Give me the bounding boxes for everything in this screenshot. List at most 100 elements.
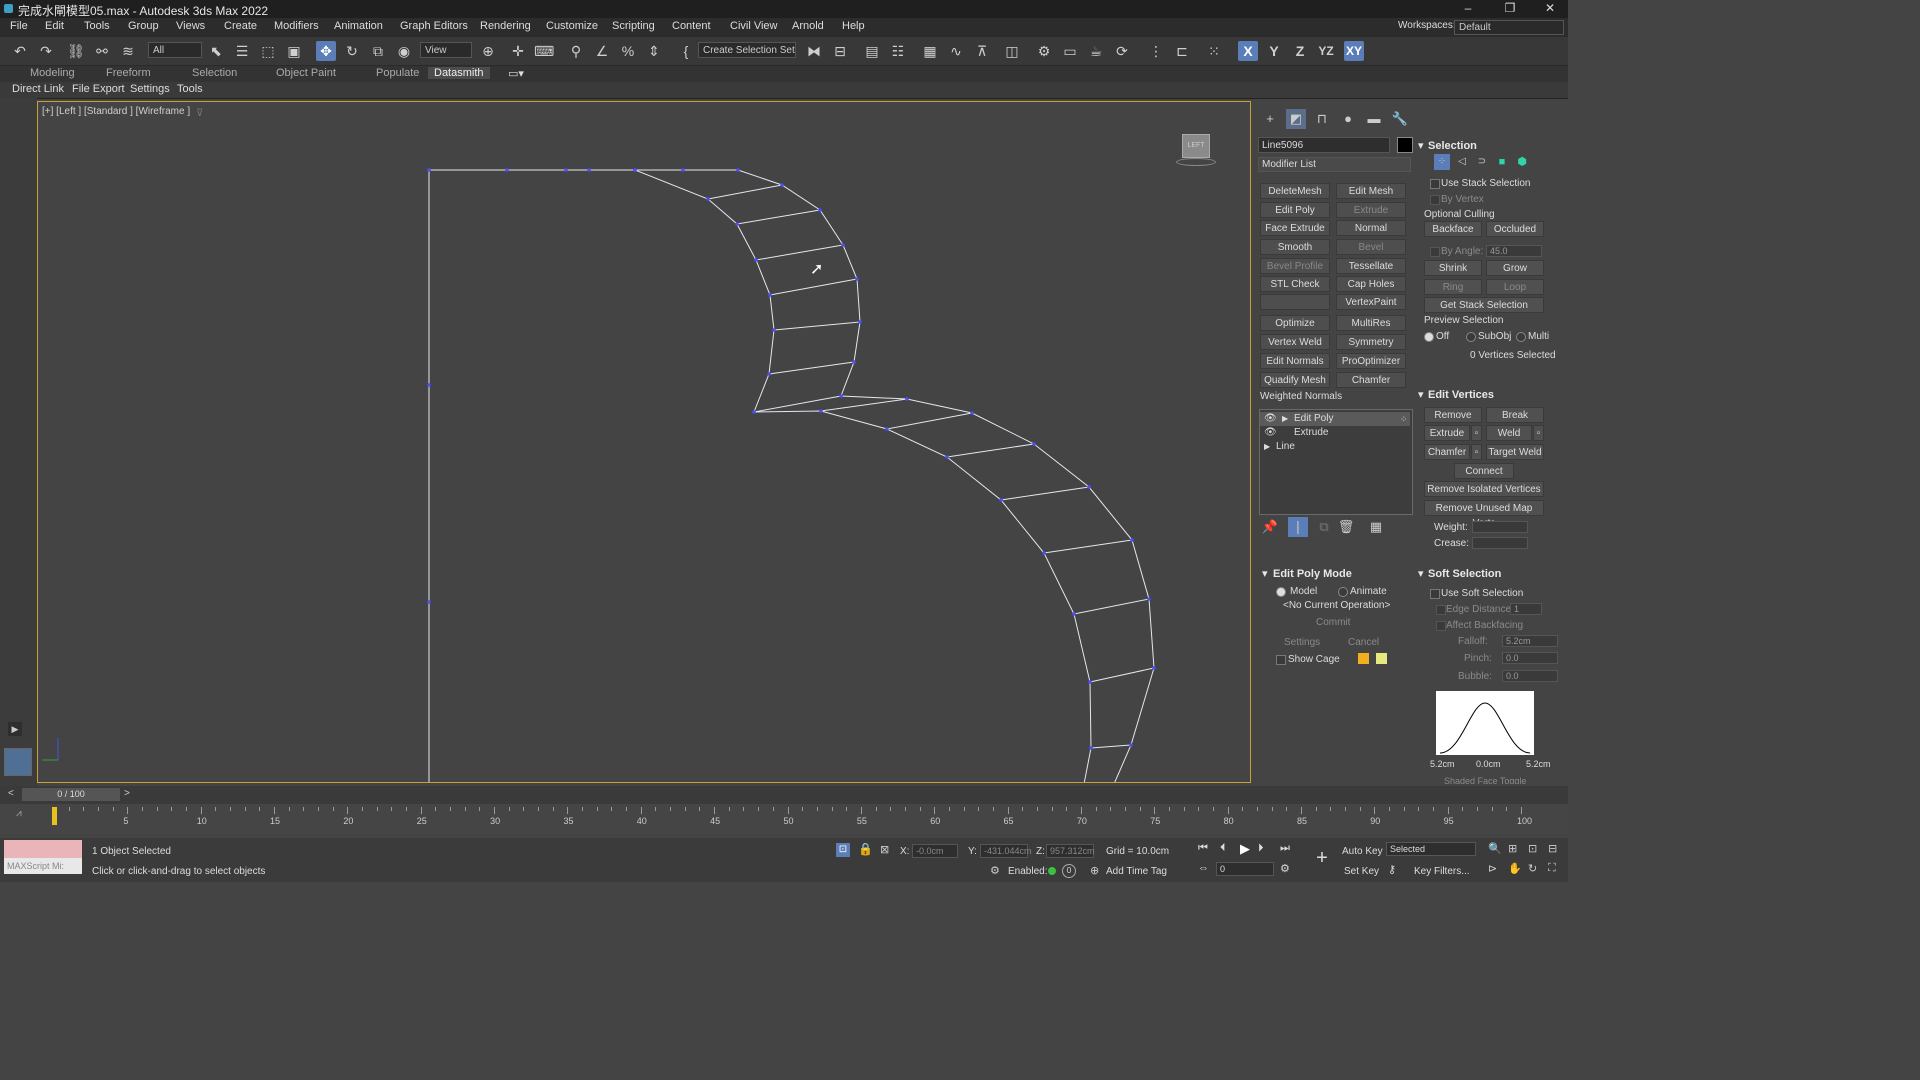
mesh-edge[interactable] [886, 412, 973, 430]
loop-button[interactable]: Loop [1486, 279, 1544, 295]
preview-subobj-radio[interactable] [1466, 332, 1476, 342]
mesh-vertex[interactable] [905, 397, 909, 401]
axis-yz-button[interactable]: YZ [1316, 41, 1336, 61]
select-rotate-icon[interactable]: ↻ [342, 41, 362, 61]
shaded-face-toggle-button[interactable]: Shaded Face Toggle [1444, 776, 1526, 784]
make-unique-icon[interactable]: ⧉ [1314, 517, 1334, 537]
modifier-list-dropdown[interactable]: Modifier List [1258, 157, 1411, 172]
y-coord-field[interactable]: -431.044cm [980, 844, 1032, 858]
polygon-mode-icon[interactable]: ■ [1494, 154, 1510, 170]
mesh-edge[interactable] [707, 184, 783, 200]
redo-icon[interactable]: ↷ [36, 41, 56, 61]
axis-xy-button[interactable]: XY [1344, 41, 1364, 61]
object-name-field[interactable]: Line5096 [1258, 137, 1390, 153]
zoom-extents-icon[interactable]: ⊡ [1528, 842, 1537, 855]
use-stack-selection-checkbox[interactable] [1430, 179, 1440, 189]
goto-end-icon[interactable]: ⏭ [1280, 842, 1290, 855]
edge-distance-checkbox[interactable] [1436, 605, 1446, 615]
modifier-button-bevel-profile[interactable]: Bevel Profile [1260, 258, 1330, 274]
pivot-center-icon[interactable]: ⊕ [478, 41, 498, 61]
place-icon[interactable]: ◉ [394, 41, 414, 61]
mesh-vertex[interactable] [706, 197, 710, 201]
goto-start-icon[interactable]: ⏮ [1198, 842, 1208, 855]
layer-explorer-icon[interactable]: ☷ [888, 41, 908, 61]
align-icon[interactable]: ⊟ [830, 41, 850, 61]
by-angle-checkbox[interactable] [1430, 247, 1440, 257]
mesh-edge[interactable] [1090, 744, 1132, 749]
modifier-button-edit-poly[interactable]: Edit Poly [1260, 202, 1330, 218]
maxscript-mini-listener[interactable]: MAXScript Mi: [4, 858, 82, 874]
configure-modifier-sets-icon[interactable]: ▦ [1366, 517, 1386, 537]
mesh-edge[interactable] [769, 278, 858, 296]
mesh-vertex[interactable] [1032, 442, 1036, 446]
mesh-vertex[interactable] [945, 455, 949, 459]
mesh-edge[interactable] [737, 169, 1155, 783]
modifier-button-empty[interactable] [1260, 294, 1330, 310]
mesh-vertex[interactable] [855, 277, 859, 281]
mesh-vertex[interactable] [818, 208, 822, 212]
mesh-vertex[interactable] [752, 410, 756, 414]
modifier-button-vertex-weld[interactable]: Vertex Weld [1260, 334, 1330, 350]
menu-customize[interactable]: Customize [546, 20, 598, 32]
percent-snap-icon[interactable]: % [618, 41, 638, 61]
mesh-vertex[interactable] [1072, 612, 1076, 616]
edit-vertices-title[interactable]: Edit Vertices [1428, 389, 1494, 401]
menu-content[interactable]: Content [672, 20, 711, 32]
mesh-vertex[interactable] [1042, 551, 1046, 555]
expand-arrow-icon[interactable]: ▶ [1264, 440, 1270, 454]
wireframe-mesh[interactable] [38, 102, 1251, 783]
mesh-edge[interactable] [1000, 486, 1090, 501]
scene-explorer-icon[interactable]: ▤ [862, 41, 882, 61]
vertex-mode-icon[interactable]: ⁘ [1434, 154, 1450, 170]
track-bar[interactable]: ⩘ 5 10 15 20 25 30 35 40 45 50 55 60 65 70 75 80 85 90 95 1… [0, 804, 1568, 834]
set-key-icon[interactable]: ⚷ [1388, 863, 1396, 876]
enabled-indicator[interactable] [1048, 867, 1056, 875]
create-tab-icon[interactable]: + [1260, 109, 1280, 129]
mesh-edge[interactable] [768, 361, 855, 375]
menu-scripting[interactable]: Scripting [612, 20, 655, 32]
auto-key-button[interactable]: Auto Key [1342, 846, 1383, 857]
mesh-vertex[interactable] [767, 372, 771, 376]
expand-icon[interactable]: ▶ [8, 722, 22, 736]
mesh-vertex[interactable] [1087, 485, 1091, 489]
toggle-ribbon-icon[interactable]: ▦ [920, 41, 940, 61]
modifier-button-quadify-mesh[interactable]: Quadify Mesh [1260, 372, 1330, 388]
schematic-view-icon[interactable]: ⊼ [972, 41, 992, 61]
workspaces-dropdown[interactable]: Default [1454, 20, 1564, 35]
pan-icon[interactable]: ✋ [1508, 862, 1522, 875]
mesh-vertex[interactable] [427, 600, 431, 604]
add-time-tag-icon[interactable]: ⊕ [1090, 864, 1099, 877]
soft-selection-title[interactable]: Soft Selection [1428, 568, 1501, 580]
zoom-all-icon[interactable]: ⊞ [1508, 842, 1517, 855]
tab-datasmith[interactable]: Datasmith [428, 67, 490, 79]
chamfer-settings-icon[interactable]: ▫ [1471, 444, 1482, 460]
shrink-button[interactable]: Shrink [1424, 260, 1482, 276]
settings-button[interactable]: Settings [1284, 637, 1320, 648]
modifier-button-extrude[interactable]: Extrude [1336, 202, 1406, 218]
select-move-icon[interactable]: ✥ [316, 41, 336, 61]
mesh-vertex[interactable] [1147, 597, 1151, 601]
cage-selected-color-swatch[interactable] [1376, 653, 1387, 664]
rollout-arrow-icon[interactable]: ▾ [1418, 139, 1424, 152]
tab-selection[interactable]: Selection [192, 67, 237, 79]
menu-modifiers[interactable]: Modifiers [274, 20, 319, 32]
target-weld-button[interactable]: Target Weld [1486, 444, 1544, 460]
mesh-vertex[interactable] [841, 243, 845, 247]
time-tag-icon[interactable]: 0 [1062, 864, 1076, 878]
mesh-vertex[interactable] [780, 183, 784, 187]
mesh-vertex[interactable] [1088, 680, 1092, 684]
mesh-vertex[interactable] [427, 383, 431, 387]
rollout-arrow-icon[interactable]: ▾ [1418, 567, 1424, 580]
mesh-vertex[interactable] [736, 168, 740, 172]
menu-help[interactable]: Help [842, 20, 865, 32]
hierarchy-tab-icon[interactable]: ⊓ [1312, 109, 1332, 129]
time-config-icon[interactable]: ⚙ [1280, 862, 1290, 875]
modifier-button-edit-normals[interactable]: Edit Normals [1260, 353, 1330, 369]
edit-named-selection-icon[interactable]: { [676, 41, 696, 61]
menu-rendering[interactable]: Rendering [480, 20, 531, 32]
rollout-arrow-icon[interactable]: ▾ [1418, 388, 1424, 401]
cancel-button[interactable]: Cancel [1348, 637, 1379, 648]
axis-y-button[interactable]: Y [1264, 41, 1284, 61]
unlink-icon[interactable]: ⚯ [92, 41, 112, 61]
mesh-vertex[interactable] [505, 168, 509, 172]
